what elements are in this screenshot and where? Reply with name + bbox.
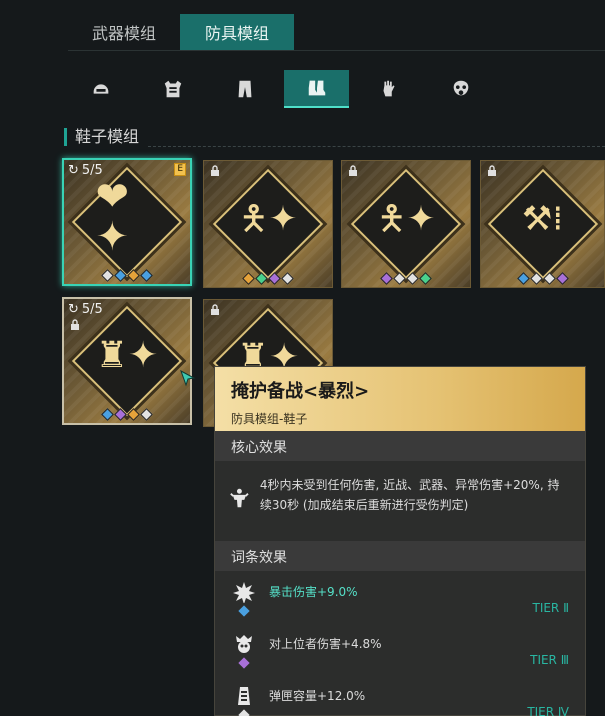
affix-effect-header: 词条效果: [215, 541, 585, 571]
lock-icon: [71, 319, 79, 330]
affix-dots: [204, 272, 332, 285]
affix-dots: [481, 272, 604, 285]
refresh-icon: ↻: [68, 163, 79, 178]
lock-icon: [349, 165, 357, 176]
armor-vest-icon: [164, 80, 181, 98]
rifleman-icon: 🯅✦: [376, 198, 436, 239]
gas-mask-icon: [453, 80, 468, 96]
section-divider: [148, 146, 605, 147]
tab-weapon-mods[interactable]: 武器模组: [68, 14, 180, 50]
affix-rarity-dot: [238, 605, 250, 617]
affix-label: 暴击伤害+9.0%: [269, 585, 358, 599]
affix-dots: [64, 408, 190, 421]
lock-icon: [211, 165, 219, 176]
flexing-body-icon: ♜✦: [95, 335, 159, 377]
helmet-icon: [93, 84, 108, 94]
armor-category-bar: [68, 70, 500, 108]
affix-dots: [64, 269, 190, 282]
core-effect: 4秒内未受到任何伤害, 近战、武器、异常伤害+20%, 持续30秒 (加成结束后…: [215, 461, 585, 541]
pants-icon: [238, 80, 251, 98]
affix-label: 对上位者伤害+4.8%: [269, 637, 382, 651]
affix-tier: TIER Ⅱ: [532, 601, 569, 615]
section-title: 鞋子模组: [64, 128, 139, 146]
tooltip-header: 掩护备战<暴烈> 防具模组-鞋子: [215, 367, 585, 431]
tab-divider: [68, 50, 605, 51]
mod-card-5[interactable]: ↻ 5/5 ♜✦: [62, 297, 192, 425]
core-effect-header: 核心效果: [215, 431, 585, 461]
category-armor-vest[interactable]: [140, 70, 205, 108]
pickaxe-ammo-icon: ⚒⁞: [521, 198, 564, 239]
mod-detail-tooltip: 掩护备战<暴烈> 防具模组-鞋子 核心效果 4秒内未受到任何伤害, 近战、武器、…: [214, 366, 586, 716]
cursor-icon: [180, 370, 196, 387]
tab-armor-mods[interactable]: 防具模组: [180, 14, 294, 50]
mod-name: 掩护备战<暴烈>: [231, 381, 370, 402]
flexing-body-icon: [230, 488, 249, 508]
category-boots[interactable]: [284, 70, 349, 108]
core-effect-text: 4秒内未受到任何伤害, 近战、武器、异常伤害+20%, 持续30秒 (加成结束后…: [259, 478, 560, 512]
gloves-icon: [383, 80, 394, 97]
mod-card-3[interactable]: 🯅✦: [341, 160, 471, 288]
affix-row: 弹匣容量+12.0% TIER Ⅳ: [215, 675, 585, 716]
category-gloves[interactable]: [356, 70, 421, 108]
mod-card-2[interactable]: 🯅✦: [203, 160, 333, 288]
affix-row: 暴击伤害+9.0% TIER Ⅱ: [215, 571, 585, 623]
lock-icon: [488, 165, 496, 176]
category-gas-mask[interactable]: [428, 70, 493, 108]
mod-type: 防具模组-鞋子: [231, 412, 308, 426]
affix-label: 弹匣容量+12.0%: [269, 689, 366, 703]
category-helmet[interactable]: [68, 70, 133, 108]
equipped-tag: E: [174, 163, 186, 176]
skull-crown-icon: [236, 635, 252, 653]
affix-tier: TIER Ⅲ: [530, 653, 569, 667]
heart-burst-icon: ❤✦: [95, 174, 130, 261]
refresh-icon: ↻: [68, 302, 79, 317]
affix-row: 对上位者伤害+4.8% TIER Ⅲ: [215, 623, 585, 675]
explosion-icon: [233, 582, 255, 603]
boots-icon: [308, 80, 325, 96]
magazine-icon: [238, 687, 250, 705]
module-type-tabs: 武器模组 防具模组: [68, 14, 294, 50]
affix-rarity-dot: [238, 657, 250, 669]
rifleman-icon: 🯅✦: [238, 198, 298, 239]
mod-card-4[interactable]: ⚒⁞: [480, 160, 605, 288]
mod-card-1[interactable]: ↻ 5/5 E ❤✦: [62, 158, 192, 286]
affix-tier: TIER Ⅳ: [527, 705, 569, 716]
lock-icon: [211, 304, 219, 315]
category-pants[interactable]: [212, 70, 277, 108]
affix-dots: [342, 272, 470, 285]
affix-rarity-dot: [238, 709, 250, 716]
refine-count-badge: ↻ 5/5: [68, 302, 103, 317]
